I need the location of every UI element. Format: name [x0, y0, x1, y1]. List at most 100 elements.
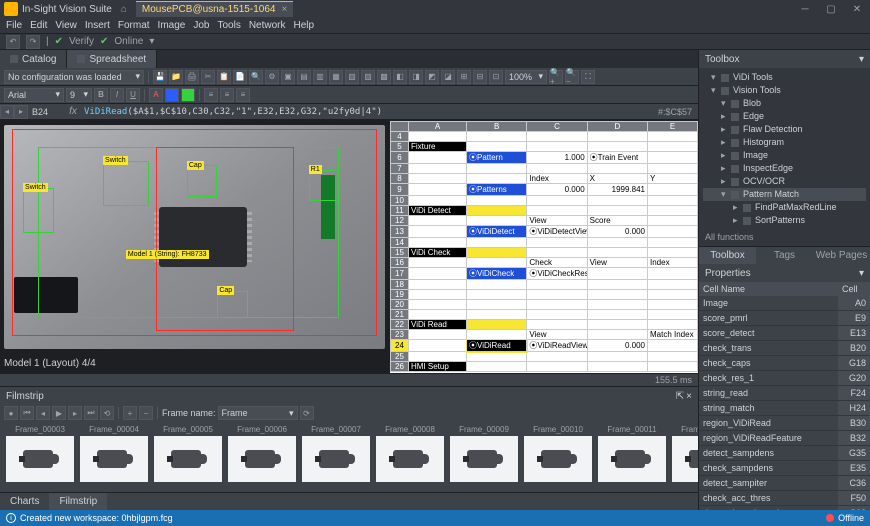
menu-job[interactable]: Job: [193, 20, 209, 31]
cell-B25[interactable]: [467, 352, 527, 362]
prop-row-Image[interactable]: ImageA0: [699, 296, 870, 311]
cell-B11[interactable]: [467, 206, 527, 216]
bold-button[interactable]: B: [94, 88, 108, 102]
cell-A23[interactable]: [409, 330, 467, 340]
cell-D19[interactable]: [587, 290, 647, 300]
fill-color-button-2[interactable]: [181, 88, 195, 102]
cell-D17[interactable]: [587, 268, 647, 280]
tree-vidi-tools[interactable]: ▾ViDi Tools: [703, 71, 866, 84]
row-4[interactable]: 4: [391, 132, 409, 142]
tab-catalog[interactable]: Catalog: [0, 50, 67, 68]
align-left-button[interactable]: ≡: [204, 88, 218, 102]
cell-A14[interactable]: [409, 238, 467, 248]
prop-row-string_read[interactable]: string_readF24: [699, 386, 870, 401]
cell-E4[interactable]: [648, 132, 698, 142]
cell-A6[interactable]: [409, 152, 467, 164]
cell-E6[interactable]: [648, 152, 698, 164]
close-tab-icon[interactable]: ×: [281, 4, 287, 15]
thumb-Frame_00004[interactable]: Frame_00004: [80, 425, 148, 488]
cell-D20[interactable]: [587, 300, 647, 310]
cell-E8[interactable]: Y: [648, 174, 698, 184]
cell-A19[interactable]: [409, 290, 467, 300]
properties-collapse-icon[interactable]: ▾: [859, 268, 864, 279]
cell-C21[interactable]: [527, 310, 587, 320]
row-18[interactable]: 18: [391, 280, 409, 290]
row-22[interactable]: 22: [391, 320, 409, 330]
cell-A16[interactable]: [409, 258, 467, 268]
tree-pattern-match[interactable]: ▾Pattern Match: [703, 188, 866, 201]
cell-E11[interactable]: [648, 206, 698, 216]
row-17[interactable]: 17: [391, 268, 409, 280]
sidetab-web-pages[interactable]: Web Pages: [813, 247, 870, 264]
thumb-Frame_00003[interactable]: Frame_00003: [6, 425, 74, 488]
fs-del-button[interactable]: −: [139, 406, 153, 420]
fs-record-button[interactable]: ●: [4, 406, 18, 420]
menu-view[interactable]: View: [55, 20, 77, 31]
prop-row-region_ViDiRead[interactable]: region_ViDiReadB30: [699, 416, 870, 431]
toolbar-btn-5[interactable]: 📄: [233, 70, 247, 84]
fontsize-selector[interactable]: 9 ▾: [66, 88, 92, 102]
cell-B24[interactable]: ⦿ViDiRead: [467, 340, 527, 352]
toolbar-btn-19[interactable]: ⊞: [457, 70, 471, 84]
cell-A15[interactable]: ViDi Check: [409, 248, 467, 258]
row-13[interactable]: 13: [391, 226, 409, 238]
toolbar-btn-15[interactable]: ◧: [393, 70, 407, 84]
all-functions-link[interactable]: All functions: [699, 228, 870, 246]
maximize-button[interactable]: ▢: [818, 0, 844, 18]
thumb-Frame_00009[interactable]: Frame_00009: [450, 425, 518, 488]
cell-C7[interactable]: [527, 164, 587, 174]
cell-A26[interactable]: HMI Setup: [409, 362, 467, 372]
cell-B12[interactable]: [467, 216, 527, 226]
cell-A24[interactable]: [409, 340, 467, 352]
document-tab[interactable]: MousePCB@usna-1515-1064 ×: [136, 1, 293, 17]
undo-icon[interactable]: ↶: [6, 35, 20, 49]
thumb-Frame_00011[interactable]: Frame_00011: [598, 425, 666, 488]
toolbar-zoom-btn-2[interactable]: ⛶: [581, 70, 595, 84]
cell-D22[interactable]: [587, 320, 647, 330]
tree-edge[interactable]: ▸Edge: [703, 110, 866, 123]
cell-D21[interactable]: [587, 310, 647, 320]
align-center-button[interactable]: ≡: [220, 88, 234, 102]
fs-refresh-button[interactable]: ⟳: [300, 406, 314, 420]
toolbar-btn-18[interactable]: ◪: [441, 70, 455, 84]
cell-A21[interactable]: [409, 310, 467, 320]
cell-D15[interactable]: [587, 248, 647, 258]
cell-B20[interactable]: [467, 300, 527, 310]
cell-E20[interactable]: [648, 300, 698, 310]
cell-B21[interactable]: [467, 310, 527, 320]
cell-C10[interactable]: [527, 196, 587, 206]
font-color-button[interactable]: A: [149, 88, 163, 102]
row-10[interactable]: 10: [391, 196, 409, 206]
cell-E13[interactable]: [648, 226, 698, 238]
col-rownum[interactable]: [391, 122, 409, 132]
cell-E21[interactable]: [648, 310, 698, 320]
italic-button[interactable]: I: [110, 88, 124, 102]
cell-D5[interactable]: [587, 142, 647, 152]
row-9[interactable]: 9: [391, 184, 409, 196]
toolbar-btn-0[interactable]: 💾: [153, 70, 167, 84]
thumb-Frame_00006[interactable]: Frame_00006: [228, 425, 296, 488]
thumb-Frame_00005[interactable]: Frame_00005: [154, 425, 222, 488]
thumb-Frame_00007[interactable]: Frame_00007: [302, 425, 370, 488]
menu-edit[interactable]: Edit: [30, 20, 47, 31]
cell-C20[interactable]: [527, 300, 587, 310]
cell-B13[interactable]: ⦿ViDiDetect: [467, 226, 527, 238]
tree-image[interactable]: ▸Image: [703, 149, 866, 162]
cell-B19[interactable]: [467, 290, 527, 300]
fs-next-button[interactable]: ▸: [68, 406, 82, 420]
cell-A13[interactable]: [409, 226, 467, 238]
tab-charts[interactable]: Charts: [0, 493, 49, 511]
verify-label[interactable]: Verify: [69, 36, 94, 47]
tree-inspectedge[interactable]: ▸InspectEdge: [703, 162, 866, 175]
thumb-Frame_00012[interactable]: Frame_00012: [672, 425, 698, 488]
properties-table[interactable]: Cell Name Cell ImageA0score_pmrlE9score_…: [699, 282, 870, 510]
tree-flaw-detection[interactable]: ▸Flaw Detection: [703, 123, 866, 136]
tree-findpatmaxredline[interactable]: ▸FindPatMaxRedLine: [703, 201, 866, 214]
toolbar-btn-10[interactable]: ▥: [313, 70, 327, 84]
prop-row-score_detect[interactable]: score_detectE13: [699, 326, 870, 341]
cell-reference[interactable]: B24: [28, 107, 66, 117]
cell-E15[interactable]: [648, 248, 698, 258]
toolbar-btn-16[interactable]: ◨: [409, 70, 423, 84]
online-label[interactable]: Online: [114, 36, 143, 47]
cell-C11[interactable]: [527, 206, 587, 216]
